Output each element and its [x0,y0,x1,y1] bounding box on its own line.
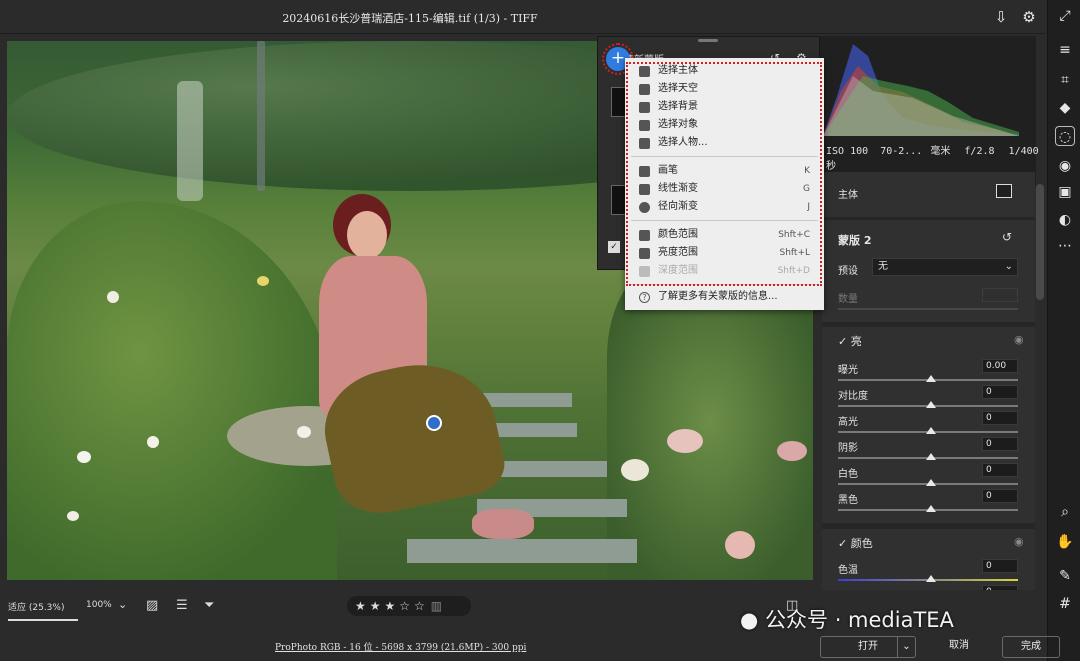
rating-stars[interactable]: ★★★☆☆ ▥ [347,596,471,616]
eye-icon[interactable]: ◉ [1014,333,1024,346]
contrast-value[interactable]: 0 [982,385,1018,399]
exif-line: ISO 100 70-2... 毫米 f/2.8 1/400 秒 [826,142,1042,172]
whites-label: 白色 [838,469,858,480]
open-button[interactable]: 打开 ⌄ [820,636,916,658]
blacks-slider[interactable] [838,505,1018,512]
light-title: 亮 [850,335,862,348]
chevron-down-icon: ⌄ [1004,261,1013,272]
drag-handle[interactable] [698,39,718,42]
whites-slider[interactable] [838,479,1018,486]
amount-field [982,288,1018,302]
light-toggle[interactable]: ✓ 亮 [838,333,862,349]
histogram [823,44,1019,136]
highlights-label: 高光 [838,417,858,428]
gear-icon[interactable]: ⚙ [1020,8,1038,26]
slider-thumb[interactable] [926,401,936,408]
cancel-button[interactable]: 取消 [922,636,996,658]
adjustments-panel: 主体 蒙版 2 ↺ 预设 无 ⌄ 数量 ✓ 亮 ◉ 曝光 0.00 对比度 0 … [822,172,1035,652]
temp-value[interactable]: 0 [982,559,1018,573]
mask-name: 蒙版 2 [838,234,872,247]
highlights-value[interactable]: 0 [982,411,1018,425]
slider-thumb[interactable] [926,375,936,382]
preset-value: 无 [878,261,888,272]
slider-thumb[interactable] [926,505,936,512]
grid-icon[interactable]: # [1055,594,1075,614]
contrast-label: 对比度 [838,391,868,402]
open-dropdown-icon[interactable]: ⌄ [897,637,915,657]
help-icon: ? [639,292,650,303]
preview-icon[interactable]: ▨ [146,598,158,613]
shadows-slider[interactable] [838,453,1018,460]
amount-slider [838,308,1018,310]
hand-icon[interactable]: ✋ [1055,532,1075,552]
heal-icon[interactable]: ◆ [1055,98,1075,118]
eye-icon[interactable]: ◉ [1014,535,1024,548]
exposure-label: 曝光 [838,365,858,376]
snapshots-icon[interactable]: ▣ [1055,182,1075,202]
sort-icon[interactable]: ☰ [176,598,188,613]
contrast-slider[interactable] [838,401,1018,408]
whites-value[interactable]: 0 [982,463,1018,477]
wechat-icon: ● [740,608,759,632]
focal-unit: 毫米 [930,146,951,157]
filter-icon[interactable]: ⏷ [204,598,214,613]
preset-label: 预设 [838,266,858,277]
shadows-value[interactable]: 0 [982,437,1018,451]
highlights-slider[interactable] [838,427,1018,434]
exposure-value[interactable]: 0.00 [982,359,1018,373]
slider-thumb[interactable] [926,575,936,582]
edit-sliders-icon[interactable]: ≡ [1055,40,1075,60]
mask-settings: 蒙版 2 ↺ 预设 无 ⌄ 数量 [822,220,1035,322]
amount-label: 数量 [838,294,858,305]
slider-thumb[interactable] [926,427,936,434]
exposure-slider[interactable] [838,375,1018,382]
subject-row[interactable]: 主体 [822,172,1035,217]
fit-underline [8,619,78,621]
preset-select[interactable]: 无 ⌄ [872,258,1018,276]
mask-pin-icon[interactable] [426,415,442,431]
color-toggle[interactable]: ✓ 颜色 [838,535,873,551]
blacks-value[interactable]: 0 [982,489,1018,503]
eyedropper-icon[interactable]: ✎ [1055,566,1075,586]
zoom-dropdown-icon[interactable]: ⌄ [118,598,127,611]
temp-slider[interactable] [838,575,1018,582]
redeye-icon[interactable]: ◉ [1055,156,1075,176]
slider-thumb[interactable] [926,453,936,460]
fullscreen-icon[interactable]: ⤢ [1055,6,1075,26]
focal-value: 70-2... [880,146,923,157]
stars: ★★★☆☆ [355,599,429,613]
zoom-100[interactable]: 100% [86,600,112,610]
mask-icon[interactable]: ◌ [1055,126,1075,146]
invert-icon[interactable] [996,184,1012,198]
color-title: 颜色 [850,537,873,550]
more-icon[interactable]: ⋯ [1055,236,1075,256]
slider-thumb[interactable] [926,479,936,486]
zoom-icon[interactable]: ⌕ [1055,502,1075,522]
save-icon[interactable]: ⇩ [992,8,1010,26]
blacks-label: 黑色 [838,495,858,506]
menu-item-help[interactable]: ? 了解更多有关蒙版的信息... [625,288,824,306]
done-button[interactable]: 完成 [1002,636,1060,658]
panel-scrollbar[interactable] [1036,184,1044,300]
window-title: 20240616长沙普瑞酒店-115-编辑.tif (1/3) - TIFF [282,12,538,25]
subject-label: 主体 [838,190,858,201]
fit-zoom[interactable]: 适应 (25.3%) [8,600,64,613]
reset-icon[interactable]: ↺ [1002,230,1012,244]
aperture-value: f/2.8 [964,146,995,157]
crop-icon[interactable]: ⌗ [1055,70,1075,90]
trash-icon[interactable]: ▥ [431,599,446,613]
iso-value: ISO 100 [826,146,869,157]
watermark: ● 公众号 · mediaTEA [740,608,954,632]
temp-label: 色温 [838,565,858,576]
presets-icon[interactable]: ◐ [1055,210,1075,230]
highlight-frame [626,62,822,286]
light-section: ✓ 亮 ◉ 曝光 0.00 对比度 0 高光 0 阴影 0 白色 0 黑色 0 [822,327,1035,523]
shadows-label: 阴影 [838,443,858,454]
workflow-options[interactable]: ProPhoto RGB - 16 位 - 5698 x 3799 (21.6M… [275,640,526,653]
show-overlay-checkbox[interactable]: ✓ [608,241,620,253]
